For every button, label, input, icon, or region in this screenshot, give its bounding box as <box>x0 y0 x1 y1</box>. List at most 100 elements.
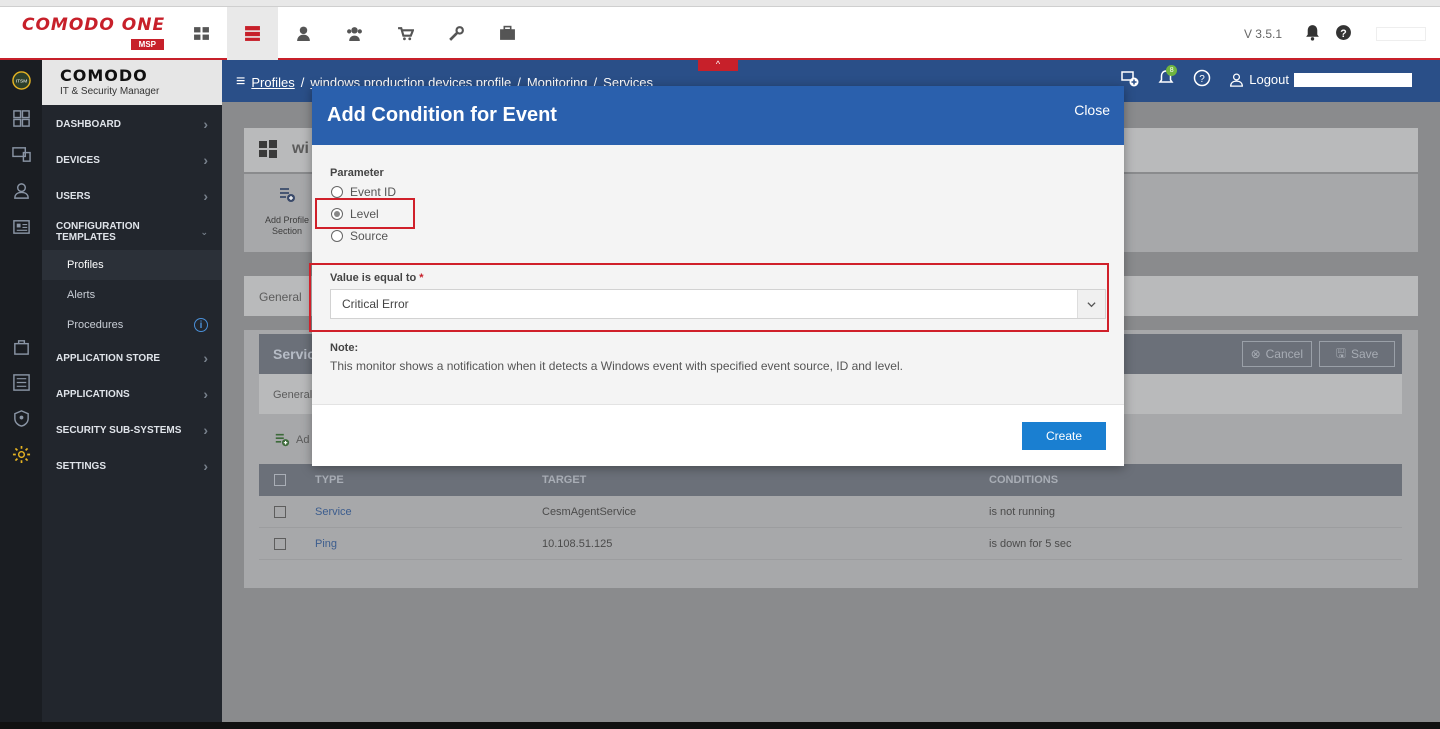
cancel-button[interactable]: ⊗ Cancel <box>1241 341 1312 367</box>
add-device-icon <box>1121 71 1139 87</box>
add-profile-section-button[interactable]: Add Profile Section <box>262 186 312 237</box>
chevron-right-icon: › <box>203 188 208 204</box>
icon-rail: ITSM <box>0 60 42 729</box>
rail-config[interactable] <box>0 208 42 244</box>
rail-itsm-logo[interactable]: ITSM <box>0 60 42 100</box>
dashboard-icon <box>12 109 30 127</box>
chevron-right-icon: › <box>203 386 208 402</box>
cancel-label: Cancel <box>1265 347 1303 361</box>
topnav-user[interactable] <box>278 7 329 60</box>
help-button[interactable]: ? <box>1335 24 1352 44</box>
sidebar-item-applications[interactable]: APPLICATIONS › <box>42 376 222 412</box>
create-button[interactable]: Create <box>1022 422 1106 450</box>
sidebar-item-devices[interactable]: DEVICES › <box>42 142 222 178</box>
notifications-button[interactable] <box>1304 24 1321 44</box>
radio-source[interactable]: Source <box>330 225 1106 247</box>
brand-logo[interactable]: COMODO ONE MSP <box>22 15 167 53</box>
rail-settings[interactable] <box>0 436 42 472</box>
info-icon[interactable]: i <box>194 318 208 332</box>
sidebar-item-label: DASHBOARD <box>56 118 121 130</box>
sidebar-item-label: DEVICES <box>56 154 100 166</box>
help-circle-icon: ? <box>1193 69 1211 87</box>
value-select[interactable]: Critical Error <box>330 289 1106 319</box>
alerts-button[interactable]: 8 <box>1157 65 1178 90</box>
row-checkbox[interactable] <box>274 505 286 518</box>
column-type[interactable]: TYPE <box>315 474 542 486</box>
rail-devices[interactable] <box>0 136 42 172</box>
radio-button[interactable] <box>331 230 343 242</box>
row-type-link[interactable]: Ping <box>315 538 542 550</box>
radio-level[interactable]: Level <box>330 203 1106 225</box>
tab-general[interactable]: General <box>259 290 302 304</box>
svg-text:?: ? <box>1340 27 1346 39</box>
sidebar-item-label: APPLICATION STORE <box>56 352 161 364</box>
monitors-table: TYPE TARGET CONDITIONS Service CesmAgent… <box>259 464 1402 560</box>
collapse-header-tab[interactable]: ^ <box>698 60 738 71</box>
sidebar-item-users[interactable]: USERS › <box>42 178 222 214</box>
breadcrumb-profiles[interactable]: Profiles <box>251 75 294 90</box>
logout-label: Logout <box>1249 72 1289 87</box>
sidebar-item-label: SETTINGS <box>56 460 107 472</box>
modal-close-button[interactable]: Close <box>1074 102 1110 118</box>
sidebar-item-security-sub-systems[interactable]: SECURITY SUB-SYSTEMS › <box>42 412 222 448</box>
sidebar-item-settings[interactable]: SETTINGS › <box>42 448 222 484</box>
sidebar-item-configuration-templates[interactable]: CONFIGURATION TEMPLATES ⌄ <box>42 214 222 250</box>
sidebar-item-application-store[interactable]: APPLICATION STORE › <box>42 340 222 376</box>
sidebar-item-label: SECURITY SUB-SYSTEMS <box>56 424 182 436</box>
topnav-itsm[interactable] <box>227 7 278 60</box>
topnav-apps[interactable] <box>482 7 533 60</box>
menu-icon[interactable]: ≡ <box>236 73 245 91</box>
sidebar-item-dashboard[interactable]: DASHBOARD › <box>42 106 222 142</box>
row-target: CesmAgentService <box>542 505 637 518</box>
topnav-dashboard[interactable] <box>176 7 227 60</box>
sidebar-item-profiles[interactable]: Profiles <box>42 250 222 280</box>
user-account-box[interactable] <box>1376 26 1426 41</box>
rail-users[interactable] <box>0 172 42 208</box>
gear-icon <box>12 445 30 463</box>
radio-event-id[interactable]: Event ID <box>330 181 1106 203</box>
wrench-icon <box>449 26 464 41</box>
rail-app-store[interactable] <box>0 328 42 364</box>
topnav-store[interactable] <box>380 7 431 60</box>
users-icon <box>347 27 362 41</box>
rail-security[interactable] <box>0 400 42 436</box>
bell-icon <box>1306 24 1319 41</box>
briefcase-icon <box>500 25 515 40</box>
add-monitor-button[interactable]: Ad <box>274 432 309 448</box>
top-right-tools: V 3.5.1 ? <box>1244 7 1426 60</box>
brand-tag: MSP <box>130 39 164 50</box>
header-tools: 8 ? Logout <box>1121 65 1412 90</box>
sidebar-item-alerts[interactable]: Alerts <box>42 280 222 310</box>
table-row[interactable]: Service CesmAgentService is not running <box>259 496 1402 528</box>
rail-applications[interactable] <box>0 364 42 400</box>
row-type-link[interactable]: Service <box>315 506 542 518</box>
svg-text:ITSM: ITSM <box>15 78 26 84</box>
subtab-general[interactable]: General <box>273 389 312 401</box>
username-box <box>1294 72 1412 87</box>
chevron-down-icon[interactable] <box>1077 290 1105 318</box>
row-checkbox[interactable] <box>274 537 286 550</box>
radio-button[interactable] <box>331 186 343 198</box>
table-row[interactable]: Ping 10.108.51.125 is down for 5 sec <box>259 528 1402 560</box>
sidebar-subitem-label: Profiles <box>67 259 104 271</box>
notification-count-badge: 8 <box>1166 65 1178 76</box>
select-all-checkbox[interactable] <box>274 474 286 486</box>
rail-dashboard[interactable] <box>0 100 42 136</box>
chevron-right-icon: › <box>203 458 208 474</box>
save-button[interactable]: 🖫 Save <box>1319 341 1395 367</box>
browser-tab-strip <box>0 0 1440 7</box>
itsm-shield-icon: ITSM <box>11 70 31 90</box>
note-text: This monitor shows a notification when i… <box>330 359 903 373</box>
sidebar-item-procedures[interactable]: Procedures i <box>42 310 222 340</box>
modal-title: Add Condition for Event <box>327 104 557 126</box>
column-target[interactable]: TARGET <box>542 474 989 486</box>
topnav-tools[interactable] <box>431 7 482 60</box>
row-condition: is not running <box>989 505 1056 518</box>
column-conditions[interactable]: CONDITIONS <box>989 474 1058 486</box>
save-label: Save <box>1350 347 1379 361</box>
top-nav <box>176 7 533 60</box>
logout-button[interactable]: Logout <box>1229 72 1412 87</box>
topnav-users[interactable] <box>329 7 380 60</box>
help-button[interactable]: ? <box>1193 69 1211 90</box>
radio-label: Source <box>350 229 389 243</box>
